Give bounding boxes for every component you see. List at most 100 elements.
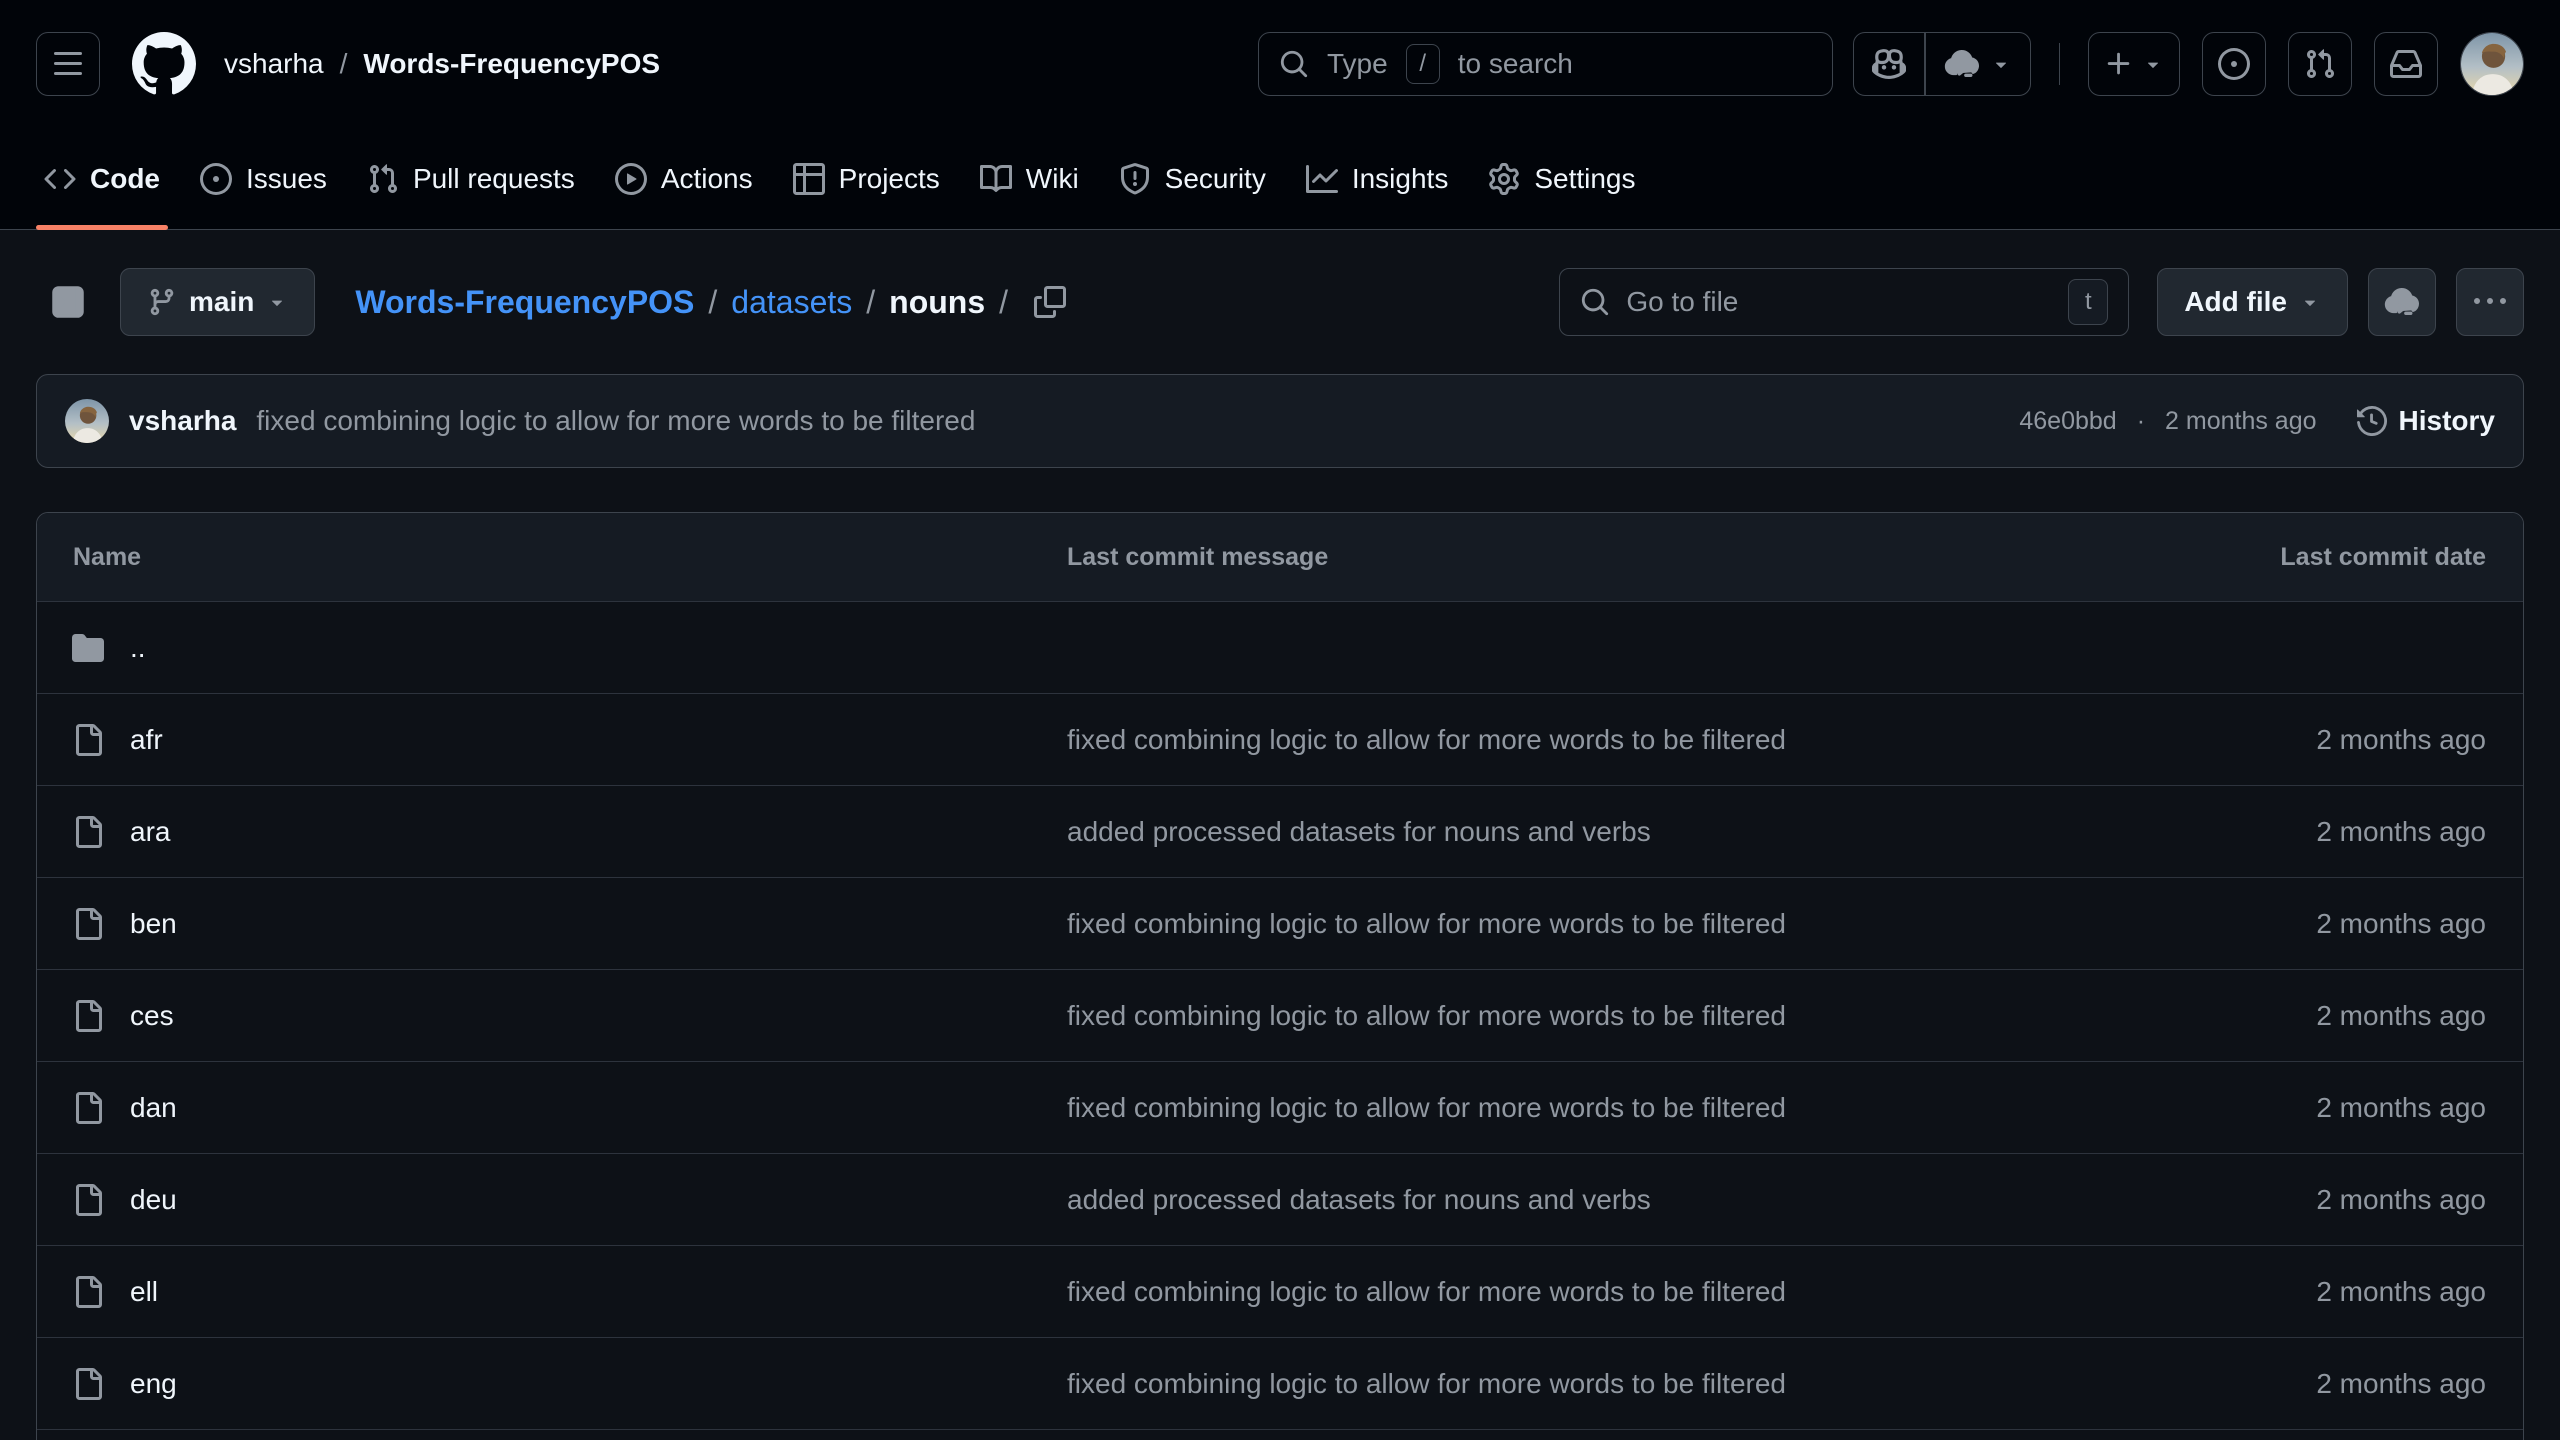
file-commit-message-link[interactable]: fixed combining logic to allow for more …: [1067, 1368, 2093, 1400]
avatar-image: [2461, 33, 2523, 95]
file-rows: afr fixed combining logic to allow for m…: [37, 693, 2523, 1429]
file-row[interactable]: ell fixed combining logic to allow for m…: [37, 1245, 2523, 1337]
path-repo-link[interactable]: Words-FrequencyPOS: [355, 284, 694, 321]
file-name-link[interactable]: afr: [130, 724, 163, 756]
file-commit-date: 2 months ago: [2093, 1000, 2523, 1032]
file-commit-message-link[interactable]: fixed combining logic to allow for more …: [1067, 1000, 2093, 1032]
path-breadcrumb: Words-FrequencyPOS / datasets / nouns /: [355, 284, 1008, 321]
go-to-file-input[interactable]: Go to file t: [1559, 268, 2129, 336]
add-file-label: Add file: [2184, 286, 2287, 318]
file-commit-message-link[interactable]: fixed combining logic to allow for more …: [1067, 908, 2093, 940]
commit-sha[interactable]: 46e0bbd: [2019, 407, 2116, 436]
breadcrumb-repo-link[interactable]: Words-FrequencyPOS: [363, 48, 660, 80]
next-row-partial: [37, 1429, 2523, 1440]
tab-insights[interactable]: Insights: [1288, 128, 1467, 229]
file-commit-message-link[interactable]: fixed combining logic to allow for more …: [1067, 1276, 2093, 1308]
file-icon: [72, 1184, 104, 1216]
expand-file-tree-button[interactable]: [36, 270, 100, 334]
tab-projects[interactable]: Projects: [775, 128, 958, 229]
chevron-down-icon: [2142, 53, 2164, 75]
file-commit-message-link[interactable]: fixed combining logic to allow for more …: [1067, 724, 2093, 756]
file-name-link[interactable]: ben: [130, 908, 177, 940]
file-icon: [72, 908, 104, 940]
create-new-button[interactable]: [2088, 32, 2180, 96]
tab-actions[interactable]: Actions: [597, 128, 771, 229]
copilot-agent-button[interactable]: [2368, 268, 2436, 336]
user-avatar[interactable]: [2460, 32, 2524, 96]
path-dir-link[interactable]: datasets: [731, 284, 852, 321]
commit-message-link[interactable]: fixed combining logic to allow for more …: [256, 405, 1999, 437]
file-row[interactable]: ces fixed combining logic to allow for m…: [37, 969, 2523, 1061]
file-icon: [72, 1000, 104, 1032]
copy-path-button[interactable]: [1022, 274, 1078, 330]
file-row[interactable]: ben fixed combining logic to allow for m…: [37, 877, 2523, 969]
file-commit-date: 2 months ago: [2093, 908, 2523, 940]
play-icon: [615, 163, 647, 195]
file-name-link[interactable]: ara: [130, 816, 170, 848]
file-commit-message-link[interactable]: added processed datasets for nouns and v…: [1067, 816, 2093, 848]
add-file-button[interactable]: Add file: [2157, 268, 2348, 336]
github-logo[interactable]: [132, 32, 196, 96]
sidebar-expand-icon: [50, 284, 86, 320]
issues-button[interactable]: [2202, 32, 2266, 96]
commit-meta-dot: ·: [2137, 407, 2145, 436]
copilot-button[interactable]: [1854, 33, 1924, 95]
parent-directory-row[interactable]: ..: [37, 601, 2523, 693]
file-name-link[interactable]: dan: [130, 1092, 177, 1124]
more-options-button[interactable]: [2456, 268, 2524, 336]
parent-directory-link[interactable]: ..: [130, 632, 146, 664]
global-search-input[interactable]: Type / to search: [1258, 32, 1833, 96]
graph-icon: [1306, 163, 1338, 195]
tab-security[interactable]: Security: [1101, 128, 1284, 229]
commit-time: 2 months ago: [2165, 407, 2317, 436]
file-row[interactable]: ara added processed datasets for nouns a…: [37, 785, 2523, 877]
table-icon: [793, 163, 825, 195]
tab-label: Security: [1165, 163, 1266, 195]
file-name-link[interactable]: ces: [130, 1000, 174, 1032]
header-separator: [2059, 43, 2061, 85]
slash-key-hint: /: [1406, 44, 1440, 84]
book-icon: [980, 163, 1012, 195]
tab-code[interactable]: Code: [26, 128, 178, 229]
hamburger-menu-button[interactable]: [36, 32, 100, 96]
history-link[interactable]: History: [2357, 405, 2495, 437]
copy-icon: [1034, 286, 1066, 318]
file-browser-toolbar: main Words-FrequencyPOS / datasets / nou…: [36, 268, 2524, 336]
file-name-link[interactable]: ell: [130, 1276, 158, 1308]
file-table: Name Last commit message Last commit dat…: [36, 512, 2524, 1440]
tab-label: Pull requests: [413, 163, 575, 195]
tab-settings[interactable]: Settings: [1470, 128, 1653, 229]
file-commit-message-link[interactable]: fixed combining logic to allow for more …: [1067, 1092, 2093, 1124]
gear-icon: [1488, 163, 1520, 195]
file-name-link[interactable]: deu: [130, 1184, 177, 1216]
agent-cloud-icon: [1944, 46, 1980, 82]
search-placeholder-suffix: to search: [1458, 48, 1573, 80]
breadcrumb-owner-link[interactable]: vsharha: [224, 48, 324, 80]
path-separator: /: [708, 284, 717, 321]
go-to-file-placeholder: Go to file: [1626, 286, 2052, 318]
git-pull-request-icon: [367, 163, 399, 195]
copilot-agents-dropdown[interactable]: [1926, 33, 2030, 95]
chevron-down-icon: [266, 291, 288, 313]
history-label: History: [2399, 405, 2495, 437]
repo-tab-nav: Code Issues Pull requests Actions Projec…: [0, 128, 2560, 230]
file-commit-message-link[interactable]: added processed datasets for nouns and v…: [1067, 1184, 2093, 1216]
git-branch-icon: [147, 287, 177, 317]
file-row[interactable]: dan fixed combining logic to allow for m…: [37, 1061, 2523, 1153]
commit-author-avatar[interactable]: [65, 399, 109, 443]
branch-selector-button[interactable]: main: [120, 268, 315, 336]
code-icon: [44, 163, 76, 195]
tab-issues[interactable]: Issues: [182, 128, 345, 229]
file-row[interactable]: deu added processed datasets for nouns a…: [37, 1153, 2523, 1245]
commit-author-link[interactable]: vsharha: [129, 405, 236, 437]
issue-opened-icon: [2218, 48, 2250, 80]
latest-commit-bar: vsharha fixed combining logic to allow f…: [36, 374, 2524, 468]
tab-pull-requests[interactable]: Pull requests: [349, 128, 593, 229]
notifications-inbox-button[interactable]: [2374, 32, 2438, 96]
pull-requests-button[interactable]: [2288, 32, 2352, 96]
file-name-link[interactable]: eng: [130, 1368, 177, 1400]
file-row[interactable]: afr fixed combining logic to allow for m…: [37, 693, 2523, 785]
file-row[interactable]: eng fixed combining logic to allow for m…: [37, 1337, 2523, 1429]
path-separator: /: [999, 284, 1008, 321]
tab-wiki[interactable]: Wiki: [962, 128, 1097, 229]
